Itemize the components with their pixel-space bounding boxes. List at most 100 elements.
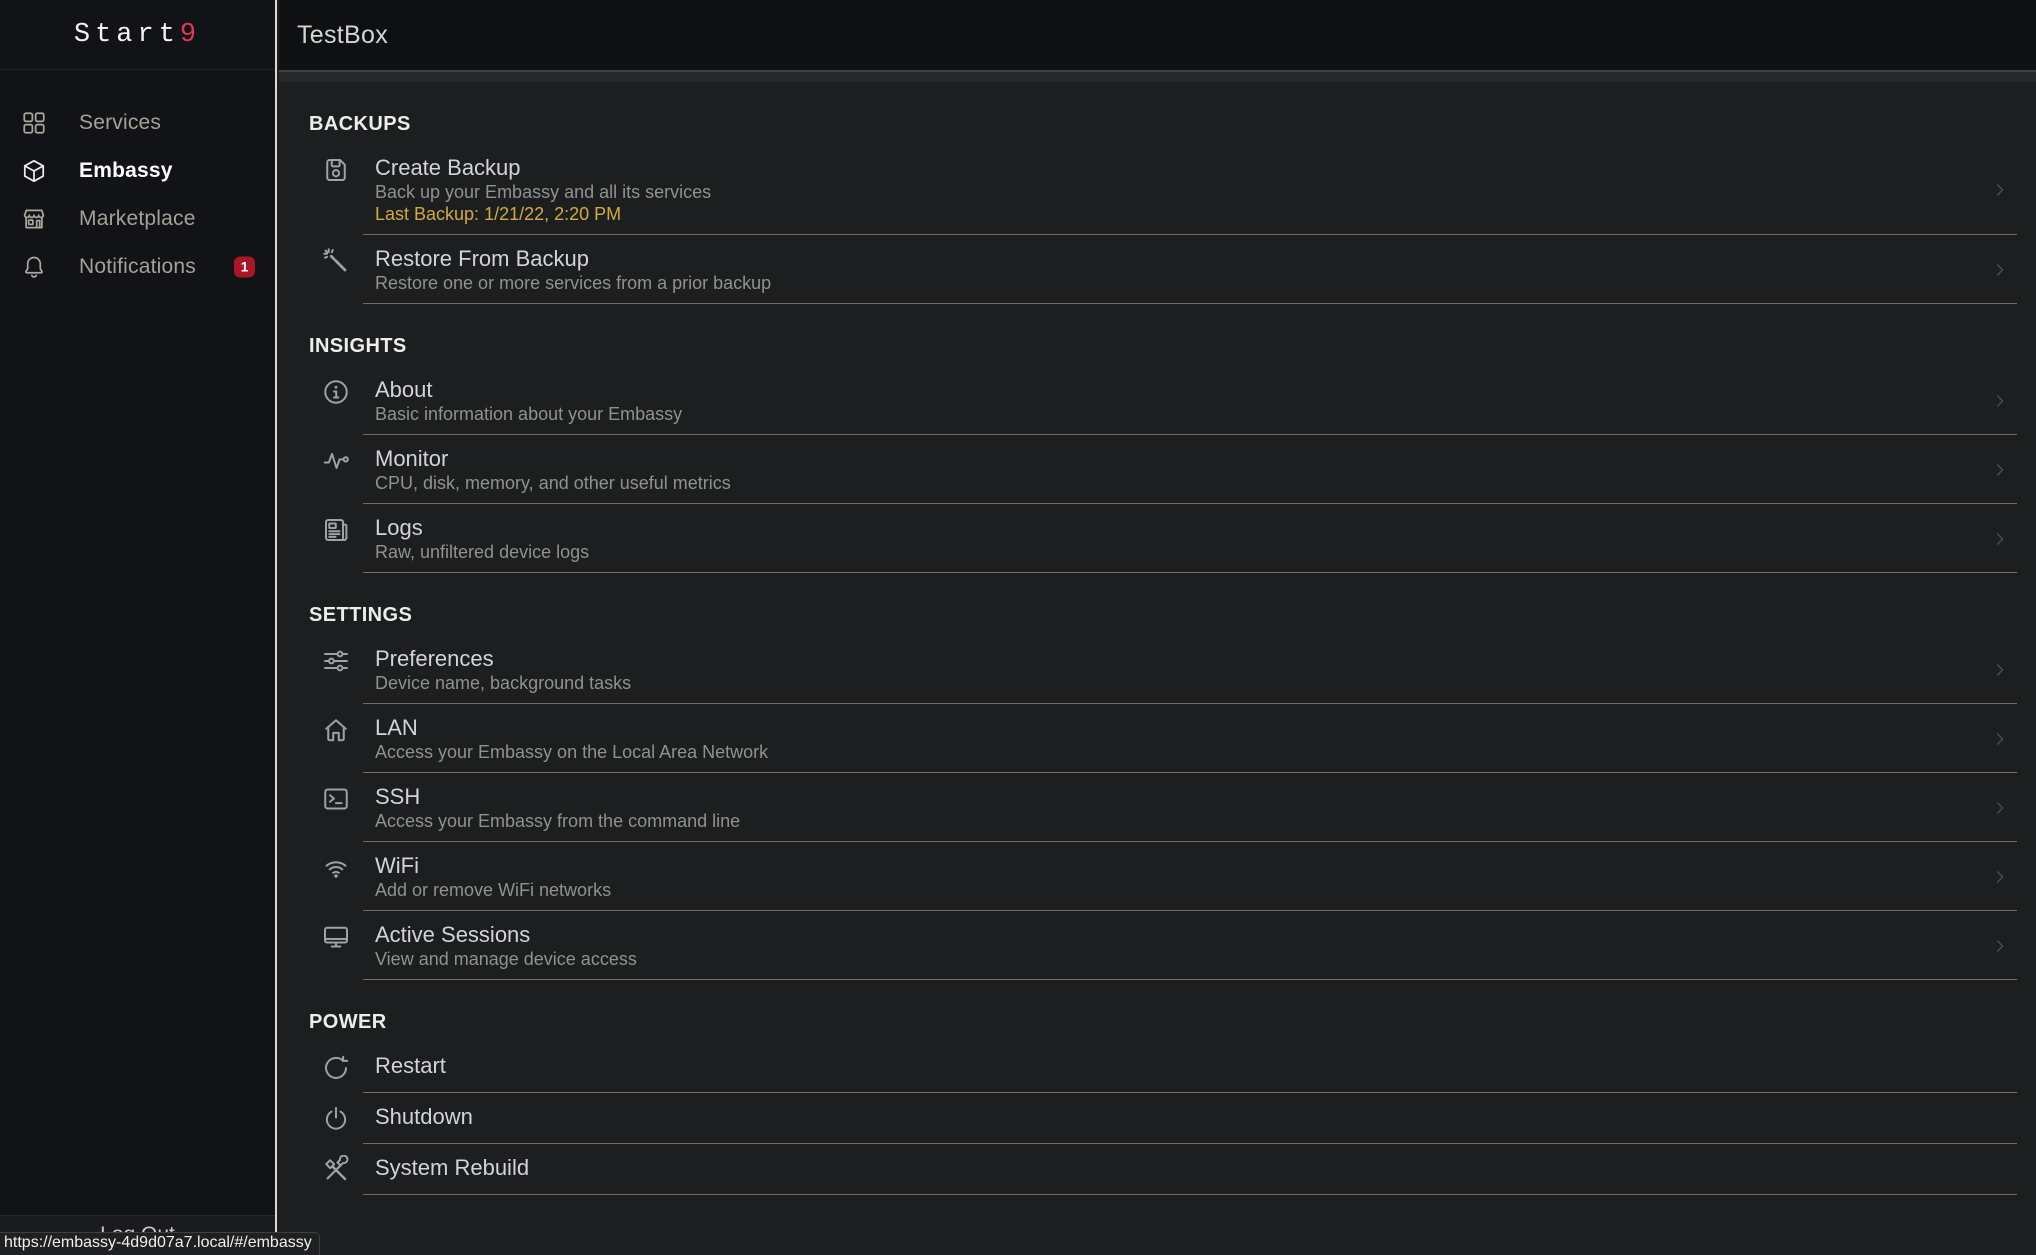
last-backup-note: Last Backup: 1/21/22, 2:20 PM [375, 204, 622, 224]
list-item-text: Logs Raw, unfiltered device logs [375, 514, 589, 563]
list-item-subtitle: CPU, disk, memory, and other useful metr… [375, 473, 731, 493]
list-item-subtitle: Device name, background tasks [375, 673, 632, 693]
list-item-text: Shutdown [375, 1103, 473, 1130]
list-item-subtitle: Add or remove WiFi networks [375, 880, 612, 900]
info-icon [321, 377, 351, 407]
list-item[interactable]: About Basic information about your Embass… [309, 366, 2036, 435]
chevron-right-icon [1990, 867, 2010, 887]
list-item[interactable]: Active Sessions View and manage device ac… [309, 911, 2036, 980]
notification-badge: 1 [234, 256, 255, 278]
list-item-title: Restart [375, 1053, 446, 1078]
list-item-title: Shutdown [375, 1104, 473, 1129]
chevron-right-icon [1990, 180, 2010, 200]
list-item[interactable]: Create Backup Back up your Embassy and al… [309, 144, 2036, 235]
list-item-title: SSH [375, 784, 421, 809]
sidebar-item-services[interactable]: Services [0, 99, 275, 147]
chevron-right-icon [1990, 529, 2010, 549]
section-title: BACKUPS [309, 113, 411, 135]
list-item[interactable]: LAN Access your Embassy on the Local Area… [309, 704, 2036, 773]
sidebar-item-label: Services [79, 111, 162, 134]
construct-icon [321, 1155, 351, 1185]
chevron-right-icon [1990, 798, 2010, 818]
list-item-title: Create Backup [375, 155, 521, 180]
list-item[interactable]: Monitor CPU, disk, memory, and other usef… [309, 435, 2036, 504]
list-item-subtitle: Access your Embassy on the Local Area Ne… [375, 742, 769, 762]
list-item[interactable]: Restore From Backup Restore one or more s… [309, 235, 2036, 304]
main-pane: TestBox BACKUPS Create Backup Back up your… [279, 0, 2036, 1255]
list-item-title: About [375, 377, 433, 402]
list-item-text: LAN Access your Embassy on the Local Area… [375, 714, 768, 763]
sidebar-item-notifications[interactable]: Notifications 1 [0, 243, 275, 291]
sidebar: Start9 Services Embassy Marketplace Notific… [0, 0, 277, 1255]
pulse-icon [321, 446, 351, 476]
list-item[interactable]: Restart [309, 1042, 2036, 1093]
brand-logo: Start9 [0, 0, 275, 70]
sidebar-item-label: Marketplace [79, 207, 196, 230]
sidebar-item-label: Notifications [79, 255, 196, 278]
list-item-text: SSH Access your Embassy from the command … [375, 783, 740, 832]
app-window: Start9 Services Embassy Marketplace Notific… [0, 0, 2036, 1255]
list-item[interactable]: Logs Raw, unfiltered device logs [309, 504, 2036, 573]
list-item-text: Preferences Device name, background tasks [375, 645, 631, 694]
chevron-right-icon [1990, 729, 2010, 749]
wand-icon [321, 246, 351, 276]
section-title: POWER [309, 1011, 387, 1033]
desktop-icon [321, 922, 351, 952]
brand-logo-accent: 9 [179, 20, 202, 50]
list-item-title: Restore From Backup [375, 246, 589, 271]
power-icon [321, 1104, 351, 1134]
status-url-tooltip: https://embassy-4d9d07a7.local/#/embassy [0, 1232, 320, 1255]
list-item-subtitle: Access your Embassy from the command lin… [375, 811, 741, 831]
list-item-title: Preferences [375, 646, 494, 671]
list-item[interactable]: System Rebuild [309, 1144, 2036, 1195]
sidebar-item-label: Embassy [79, 159, 173, 182]
storefront-icon [21, 206, 47, 232]
page-title: TestBox [297, 20, 389, 49]
chevron-right-icon [1990, 391, 2010, 411]
list-item-text: System Rebuild [375, 1154, 529, 1181]
header-divider [279, 70, 2036, 82]
list-item-text: Restore From Backup Restore one or more s… [375, 245, 771, 294]
bell-icon [21, 254, 47, 280]
terminal-icon [321, 784, 351, 814]
list-item-title: Active Sessions [375, 922, 531, 947]
list-item-subtitle: Raw, unfiltered device logs [375, 542, 590, 562]
sidebar-menu: Services Embassy Marketplace Notifications 1 [0, 99, 275, 291]
list-item[interactable]: Shutdown [309, 1093, 2036, 1144]
main-header: TestBox [279, 0, 2036, 70]
section-title: SETTINGS [309, 604, 413, 626]
list-item-text: Create Backup Back up your Embassy and al… [375, 154, 711, 225]
options-icon [321, 646, 351, 676]
wifi-icon [321, 853, 351, 883]
list-item[interactable]: WiFi Add or remove WiFi networks [309, 842, 2036, 911]
list-item-title: Logs [375, 515, 423, 540]
chevron-right-icon [1990, 260, 2010, 280]
list-item-title: WiFi [375, 853, 419, 878]
chevron-right-icon [1990, 936, 2010, 956]
list-item-subtitle: Basic information about your Embassy [375, 404, 683, 424]
list-item-title: LAN [375, 715, 418, 740]
list-item-text: About Basic information about your Embass… [375, 376, 682, 425]
list-item-title: Monitor [375, 446, 449, 471]
sidebar-item-embassy[interactable]: Embassy [0, 147, 275, 195]
save-icon [321, 155, 351, 185]
chevron-right-icon [1990, 460, 2010, 480]
grid-icon [21, 110, 47, 136]
list-item-title: System Rebuild [375, 1155, 530, 1180]
list-item[interactable]: Preferences Device name, background tasks [309, 635, 2036, 704]
reload-icon [321, 1053, 351, 1083]
list-item-text: Restart [375, 1052, 446, 1079]
content-list: BACKUPS Create Backup Back up your Embassy… [279, 112, 2036, 1195]
list-item-text: WiFi Add or remove WiFi networks [375, 852, 611, 901]
list-item-text: Monitor CPU, disk, memory, and other usef… [375, 445, 731, 494]
newspaper-icon [321, 515, 351, 545]
chevron-right-icon [1990, 660, 2010, 680]
list-item-subtitle: Restore one or more services from a prio… [375, 273, 772, 293]
section-title: INSIGHTS [309, 335, 407, 357]
list-item-subtitle: Back up your Embassy and all its service… [375, 182, 712, 202]
cube-icon [21, 158, 47, 184]
list-item-subtitle: View and manage device access [375, 949, 637, 969]
list-item[interactable]: SSH Access your Embassy from the command … [309, 773, 2036, 842]
sidebar-item-marketplace[interactable]: Marketplace [0, 195, 275, 243]
home-icon [321, 715, 351, 745]
